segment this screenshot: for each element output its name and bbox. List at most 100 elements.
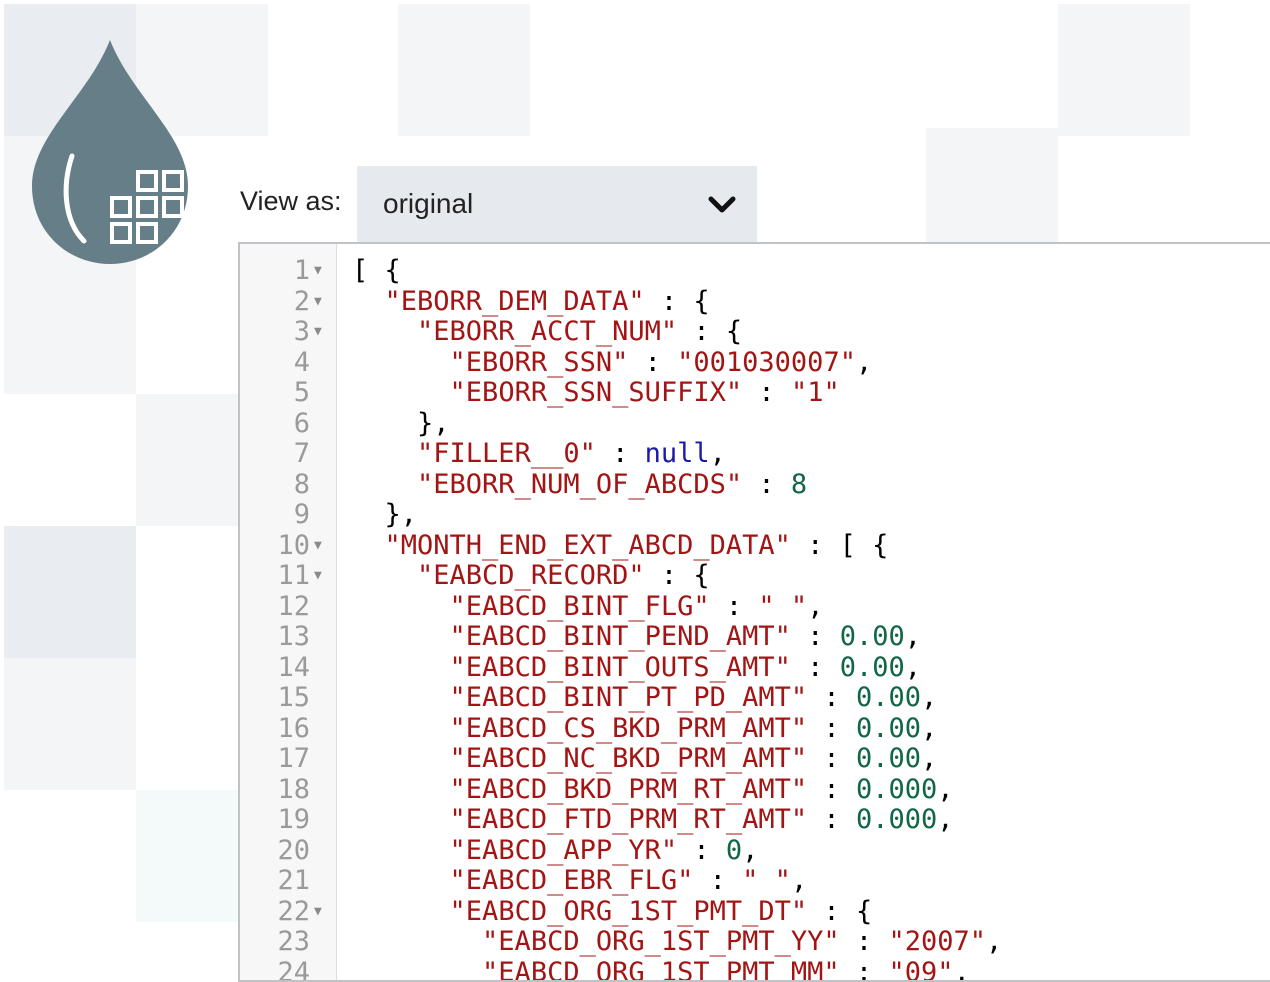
json-punctuation: , xyxy=(921,682,937,713)
view-as-label: View as: xyxy=(240,186,342,217)
json-punctuation: : xyxy=(807,743,856,774)
json-punctuation: : xyxy=(742,377,791,408)
view-as-select[interactable]: original xyxy=(357,166,757,244)
code-text: "EABCD_BINT_OUTS_AMT" : 0.00, xyxy=(352,653,921,684)
json-punctuation: : xyxy=(807,713,856,744)
json-punctuation: , xyxy=(807,591,823,622)
fold-toggle-icon[interactable]: ▼ xyxy=(314,561,322,592)
code-line: 16 "EABCD_CS_BKD_PRM_AMT" : 0.00, xyxy=(240,714,1270,745)
code-text: "EABCD_BINT_FLG" : " ", xyxy=(352,592,823,623)
code-line: 21 "EABCD_EBR_FLG" : " ", xyxy=(240,866,1270,897)
json-key: "EABCD_EBR_FLG" xyxy=(450,865,694,896)
code-line: 8 "EBORR_NUM_OF_ABCDS" : 8 xyxy=(240,470,1270,501)
line-number: 10 xyxy=(240,531,310,562)
json-punctuation: , xyxy=(986,926,1002,957)
json-value: 0.00 xyxy=(840,621,905,652)
code-text: "EABCD_APP_YR" : 0, xyxy=(352,836,758,867)
json-key: "EABCD_FTD_PRM_RT_AMT" xyxy=(450,804,808,835)
code-line: 15 "EABCD_BINT_PT_PD_AMT" : 0.00, xyxy=(240,683,1270,714)
fold-toggle-icon[interactable]: ▼ xyxy=(314,531,322,562)
json-key: "EABCD_APP_YR" xyxy=(450,835,678,866)
code-text: "FILLER__0" : null, xyxy=(352,439,726,470)
json-punctuation: , xyxy=(710,438,726,469)
code-line: 1▼ [ { xyxy=(240,256,1270,287)
code-line: 11▼ "EABCD_RECORD" : { xyxy=(240,561,1270,592)
json-punctuation: : xyxy=(807,804,856,835)
json-punctuation: , xyxy=(856,347,872,378)
json-key: "MONTH_END_EXT_ABCD_DATA" xyxy=(385,530,791,561)
fold-toggle-icon[interactable]: ▼ xyxy=(314,317,322,348)
code-text: "EBORR_DEM_DATA" : { xyxy=(352,287,710,318)
line-number: 13 xyxy=(240,622,310,653)
json-key: "EBORR_ACCT_NUM" xyxy=(417,316,677,347)
code-text: }, xyxy=(352,500,417,531)
json-punctuation: : xyxy=(791,621,840,652)
json-key: "EABCD_BINT_OUTS_AMT" xyxy=(450,652,791,683)
json-value: " " xyxy=(758,591,807,622)
code-lines: 1▼[ {2▼ "EBORR_DEM_DATA" : {3▼ "EBORR_AC… xyxy=(240,256,1270,982)
json-key: "EABCD_ORG_1ST_PMT_YY" xyxy=(482,926,840,957)
json-value: "09" xyxy=(888,957,953,982)
background-tile xyxy=(398,4,530,136)
code-text: "EABCD_EBR_FLG" : " ", xyxy=(352,866,807,897)
json-key: "EBORR_SSN" xyxy=(450,347,629,378)
json-code-editor[interactable]: 1▼[ {2▼ "EBORR_DEM_DATA" : {3▼ "EBORR_AC… xyxy=(238,242,1270,982)
json-punctuation: , xyxy=(905,652,921,683)
code-line: 3▼ "EBORR_ACCT_NUM" : { xyxy=(240,317,1270,348)
json-value: 0.000 xyxy=(856,804,937,835)
line-number: 4 xyxy=(240,348,310,379)
line-number: 14 xyxy=(240,653,310,684)
code-line: 17 "EABCD_NC_BKD_PRM_AMT" : 0.00, xyxy=(240,744,1270,775)
line-number: 22 xyxy=(240,897,310,928)
code-text: "EABCD_RECORD" : { xyxy=(352,561,710,592)
droplet-logo-icon xyxy=(28,36,193,268)
fold-toggle-icon[interactable]: ▼ xyxy=(314,256,322,287)
json-key: "EABCD_ORG_1ST_PMT_MM" xyxy=(482,957,840,982)
code-line: 23 "EABCD_ORG_1ST_PMT_YY" : "2007", xyxy=(240,927,1270,958)
json-punctuation: , xyxy=(937,804,953,835)
json-punctuation: : xyxy=(807,682,856,713)
line-number: 5 xyxy=(240,378,310,409)
fold-toggle-icon[interactable]: ▼ xyxy=(314,287,322,318)
chevron-down-icon xyxy=(707,194,737,216)
json-value: " " xyxy=(742,865,791,896)
background-tile xyxy=(926,128,1058,260)
json-key: "EABCD_BINT_PEND_AMT" xyxy=(450,621,791,652)
line-number: 9 xyxy=(240,500,310,531)
json-value: null xyxy=(645,438,710,469)
code-line: 19 "EABCD_FTD_PRM_RT_AMT" : 0.000, xyxy=(240,805,1270,836)
json-punctuation: , xyxy=(905,621,921,652)
json-punctuation: : { xyxy=(645,286,710,317)
code-line: 18 "EABCD_BKD_PRM_RT_AMT" : 0.000, xyxy=(240,775,1270,806)
code-text: "EBORR_ACCT_NUM" : { xyxy=(352,317,742,348)
line-number: 2 xyxy=(240,287,310,318)
json-key: "EABCD_BINT_FLG" xyxy=(450,591,710,622)
code-line: 12 "EABCD_BINT_FLG" : " ", xyxy=(240,592,1270,623)
json-value: "1" xyxy=(791,377,840,408)
code-text: "EABCD_NC_BKD_PRM_AMT" : 0.00, xyxy=(352,744,937,775)
fold-toggle-icon[interactable]: ▼ xyxy=(314,897,322,928)
code-text: }, xyxy=(352,409,450,440)
background-tile xyxy=(4,526,136,658)
code-line: 14 "EABCD_BINT_OUTS_AMT" : 0.00, xyxy=(240,653,1270,684)
line-number: 11 xyxy=(240,561,310,592)
code-text: "EABCD_BKD_PRM_RT_AMT" : 0.000, xyxy=(352,775,954,806)
line-number: 1 xyxy=(240,256,310,287)
code-line: 13 "EABCD_BINT_PEND_AMT" : 0.00, xyxy=(240,622,1270,653)
line-number: 3 xyxy=(240,317,310,348)
code-text: "EABCD_ORG_1ST_PMT_DT" : { xyxy=(352,897,872,928)
json-punctuation: , xyxy=(791,865,807,896)
json-punctuation: , xyxy=(953,957,969,982)
line-number: 16 xyxy=(240,714,310,745)
code-text: "EABCD_ORG_1ST_PMT_MM" : "09", xyxy=(352,958,970,982)
json-value: "2007" xyxy=(888,926,986,957)
json-key: "EABCD_ORG_1ST_PMT_DT" xyxy=(450,896,808,927)
json-key: "EABCD_CS_BKD_PRM_AMT" xyxy=(450,713,808,744)
json-punctuation: , xyxy=(921,743,937,774)
json-value: 0.00 xyxy=(840,652,905,683)
code-line: 24 "EABCD_ORG_1ST_PMT_MM" : "09", xyxy=(240,958,1270,982)
json-value: "001030007" xyxy=(677,347,856,378)
code-text: "EBORR_SSN" : "001030007", xyxy=(352,348,872,379)
code-text: [ { xyxy=(352,256,401,287)
background-tile xyxy=(1058,4,1190,136)
